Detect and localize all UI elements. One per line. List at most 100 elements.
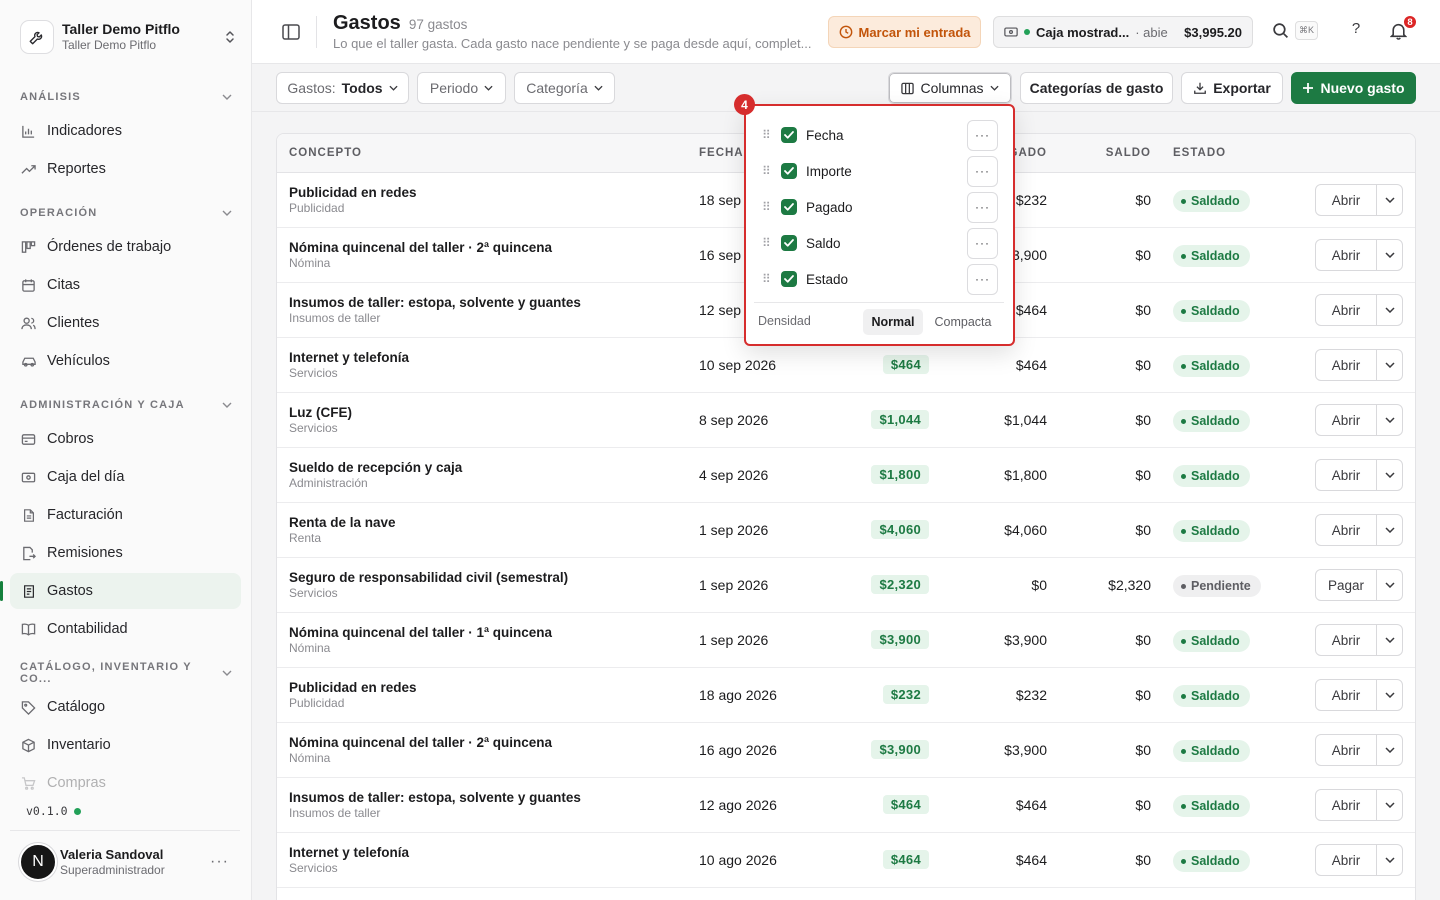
table-row[interactable]: Nómina quincenal del taller · 2ª quincen… [277,723,1415,778]
help-button[interactable]: ? [1346,20,1366,42]
sidebar-item-cobros[interactable]: Cobros [10,421,241,457]
row-action-button[interactable]: Abrir [1316,460,1377,490]
sidebar-item-ordenes[interactable]: Órdenes de trabajo [10,229,241,265]
column-option-label: Estado [806,271,849,287]
columnas-button[interactable]: Columnas [888,72,1012,104]
sidebar-item-clientes[interactable]: Clientes [10,305,241,341]
drag-handle-icon[interactable]: ⠿ [762,200,774,214]
sidebar-item-caja[interactable]: Caja del día [10,459,241,495]
sidebar-item-gastos[interactable]: Gastos [0,573,241,609]
more-horizontal-icon[interactable]: ··· [967,227,998,259]
chevron-down-icon[interactable] [1377,185,1402,215]
drag-handle-icon[interactable]: ⠿ [762,164,774,178]
chevron-down-icon[interactable] [1377,570,1402,600]
chevron-down-icon[interactable] [1377,405,1402,435]
row-action-button[interactable]: Abrir [1316,790,1377,820]
chevron-down-icon[interactable] [1377,460,1402,490]
cash-register-button[interactable]: Caja mostrad... · abie $3,995.20 [993,16,1253,48]
table-row[interactable]: Internet y telefonía Servicios 10 sep 2026… [277,338,1415,393]
density-normal-option[interactable]: Normal [863,309,923,335]
section-analisis[interactable]: ANÁLISIS [20,88,232,106]
section-operacion[interactable]: OPERACIÓN [20,204,232,222]
sidebar-toggle-icon[interactable] [280,22,302,42]
drag-handle-icon[interactable]: ⠿ [762,128,774,142]
more-horizontal-icon[interactable]: ··· [967,191,998,223]
chevron-down-icon[interactable] [1377,515,1402,545]
table-row[interactable]: Luz (CFE) Servicios 8 sep 2026 $1,044 $1,044… [277,393,1415,448]
chevron-down-icon[interactable] [1377,295,1402,325]
sidebar-item-citas[interactable]: Citas [10,267,241,303]
sidebar-item-vehiculos[interactable]: Vehículos [10,343,241,379]
section-label: OPERACIÓN [20,207,98,219]
column-header-fecha[interactable]: FECHA [699,147,744,159]
chevron-down-icon[interactable] [1377,680,1402,710]
row-action-button[interactable]: Abrir [1316,185,1377,215]
table-row[interactable]: Nómina quincenal del taller · 1ª quincen… [277,613,1415,668]
chevron-down-icon[interactable] [1377,625,1402,655]
search-icon[interactable] [1272,22,1290,40]
row-action-button[interactable]: Abrir [1316,515,1377,545]
more-horizontal-icon[interactable]: ··· [967,263,998,295]
checkbox-fecha[interactable] [781,127,797,143]
drag-handle-icon[interactable]: ⠿ [762,272,774,286]
more-horizontal-icon[interactable]: ··· [967,155,998,187]
more-horizontal-icon[interactable]: ··· [210,853,240,871]
row-action-button[interactable]: Abrir [1316,735,1377,765]
chevron-down-icon[interactable] [1377,240,1402,270]
table-row[interactable]: Sueldo de recepción y caja Administración… [277,448,1415,503]
row-action-button[interactable]: Abrir [1316,295,1377,325]
categoria-dropdown[interactable]: Categoría [514,72,615,104]
row-action-button[interactable]: Abrir [1316,405,1377,435]
workspace-switcher[interactable]: Taller Demo Pitflo Taller Demo Pitflo [20,16,240,58]
table-row[interactable]: Seguro de responsabilidad civil (semestr… [277,558,1415,613]
column-option-fecha[interactable]: ⠿ Fecha ··· [746,117,1012,153]
chevron-down-icon[interactable] [1377,845,1402,875]
nuevo-gasto-button[interactable]: Nuevo gasto [1291,72,1416,104]
row-action-button[interactable]: Abrir [1316,845,1377,875]
row-action-button[interactable]: Abrir [1316,240,1377,270]
sidebar-item-remisiones[interactable]: Remisiones [10,535,241,571]
chevron-down-icon[interactable] [1377,790,1402,820]
column-option-pagado[interactable]: ⠿ Pagado ··· [746,189,1012,225]
status-badge: Saldado [1173,850,1250,872]
row-action-button[interactable]: Abrir [1316,350,1377,380]
checkbox-importe[interactable] [781,163,797,179]
table-row[interactable]: Renta de la nave Renta 1 sep 2026 $4,060 $4,… [277,503,1415,558]
exportar-button[interactable]: Exportar [1181,72,1283,104]
checkbox-estado[interactable] [781,271,797,287]
sidebar-item-compras[interactable]: Compras [10,765,241,801]
sidebar-item-contabilidad[interactable]: Contabilidad [10,611,241,647]
column-header-concepto[interactable]: CONCEPTO [289,147,362,159]
table-row[interactable]: Insumos de taller: estopa, solvente y gu… [277,778,1415,833]
sidebar-item-indicadores[interactable]: Indicadores [10,113,241,149]
checkbox-pagado[interactable] [781,199,797,215]
user-menu[interactable]: N Valeria Sandoval Superadministrador ··… [10,830,240,892]
chevron-down-icon[interactable] [1377,735,1402,765]
categorias-gasto-button[interactable]: Categorías de gasto [1020,72,1173,104]
row-action-button[interactable]: Abrir [1316,680,1377,710]
section-catalogo[interactable]: CATÁLOGO, INVENTARIO Y CO... [20,661,232,685]
section-administracion[interactable]: ADMINISTRACIÓN Y CAJA [20,396,232,414]
row-action-button[interactable]: Pagar [1316,570,1377,600]
chevron-down-icon [484,85,493,91]
sidebar-item-reportes[interactable]: Reportes [10,151,241,187]
sidebar-item-catalogo[interactable]: Catálogo [10,689,241,725]
column-header-saldo[interactable]: SALDO [1106,147,1151,159]
column-option-estado[interactable]: ⠿ Estado ··· [746,261,1012,297]
row-action-button[interactable]: Abrir [1316,625,1377,655]
sidebar-item-inventario[interactable]: Inventario [10,727,241,763]
mark-entry-button[interactable]: Marcar mi entrada [828,16,981,48]
column-option-saldo[interactable]: ⠿ Saldo ··· [746,225,1012,261]
filter-gastos-dropdown[interactable]: Gastos: Todos [276,72,409,104]
column-header-estado[interactable]: ESTADO [1173,147,1226,159]
drag-handle-icon[interactable]: ⠿ [762,236,774,250]
chevron-down-icon[interactable] [1377,350,1402,380]
table-row[interactable]: Publicidad en redes Publicidad 18 ago 2026… [277,668,1415,723]
checkbox-saldo[interactable] [781,235,797,251]
more-horizontal-icon[interactable]: ··· [967,119,998,151]
density-compact-option[interactable]: Compacta [929,309,997,335]
sidebar-item-facturacion[interactable]: Facturación [10,497,241,533]
periodo-dropdown[interactable]: Periodo [417,72,506,104]
table-row[interactable]: Internet y telefonía Servicios 10 ago 2026… [277,833,1415,888]
column-option-importe[interactable]: ⠿ Importe ··· [746,153,1012,189]
